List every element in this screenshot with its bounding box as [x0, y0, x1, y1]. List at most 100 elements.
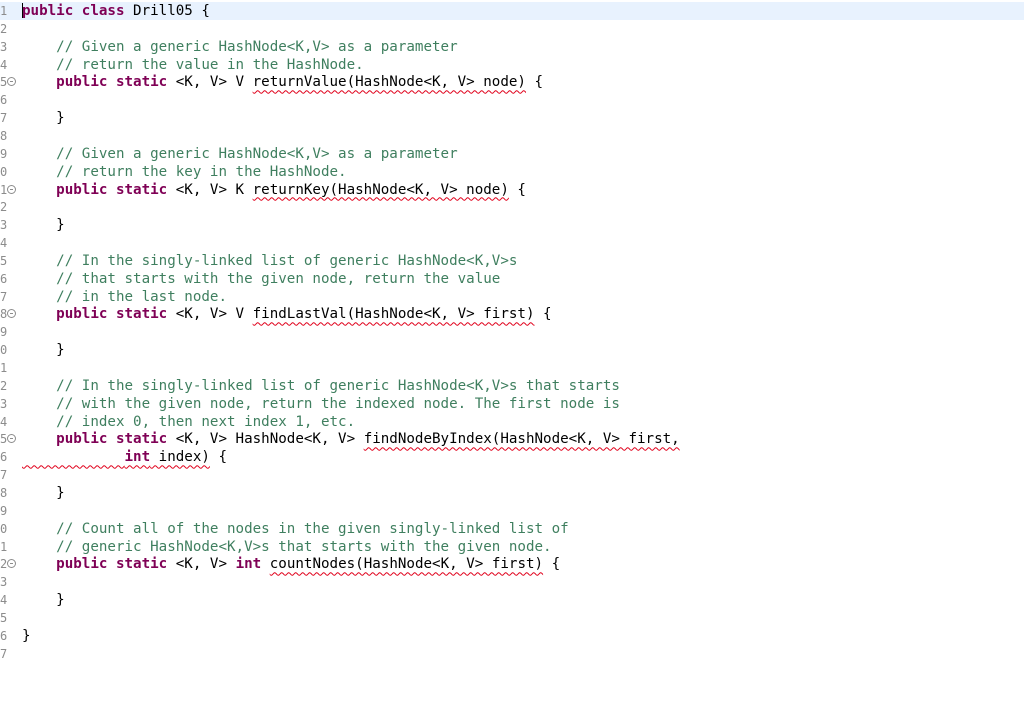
line-number: 8 — [0, 485, 8, 500]
code-line[interactable]: 0 } — [0, 341, 1024, 359]
error-underlined-token: int — [124, 449, 151, 466]
code-line[interactable]: 7 // in the last node. — [0, 288, 1024, 306]
code-token: } — [22, 217, 65, 234]
line-number: 2 — [0, 378, 8, 393]
code-line[interactable]: 0 // return the key in the HashNode. — [0, 163, 1024, 181]
fold-collapse-icon[interactable] — [7, 77, 16, 87]
code-text: // In the singly-linked list of generic … — [22, 252, 517, 270]
code-editor[interactable]: 1 public class Drill05 {2 3 // Given a gen… — [0, 0, 1024, 716]
code-line[interactable]: 2 public static <K, V> int countNodes(Ha… — [0, 555, 1024, 573]
comment-token: // return the value in the HashNode. — [22, 56, 364, 73]
code-line[interactable]: 7 } — [0, 109, 1024, 127]
code-line[interactable]: 1 // generic HashNode<K,V>s that starts … — [0, 538, 1024, 556]
code-line[interactable]: 6 int index) { — [0, 448, 1024, 466]
code-token: <K, V> K — [175, 181, 253, 198]
code-line[interactable]: 8 } — [0, 484, 1024, 502]
code-token: } — [22, 484, 65, 501]
fold-collapse-icon[interactable] — [7, 434, 16, 444]
fold-collapse-icon[interactable] — [7, 559, 16, 569]
code-line[interactable]: 7 — [0, 645, 1024, 663]
code-line[interactable]: 5 public static <K, V> HashNode<K, V> fi… — [0, 430, 1024, 448]
comment-token: // in the last node. — [22, 288, 227, 305]
line-number: 3 — [0, 39, 8, 54]
code-line[interactable]: 4 — [0, 234, 1024, 252]
code-line[interactable]: 7 — [0, 466, 1024, 484]
code-line[interactable]: 4 // return the value in the HashNode. — [0, 56, 1024, 74]
code-line[interactable]: 3 } — [0, 216, 1024, 234]
code-line[interactable]: 8 — [0, 127, 1024, 145]
code-line[interactable]: 9 — [0, 323, 1024, 341]
code-line[interactable]: 2 // In the singly-linked list of generi… — [0, 377, 1024, 395]
code-text: // in the last node. — [22, 288, 227, 306]
code-line[interactable]: 9 — [0, 502, 1024, 520]
code-line[interactable]: 3 // with the given node, return the ind… — [0, 395, 1024, 413]
code-text: public static <K, V> K returnKey(HashNod… — [22, 181, 526, 199]
code-text: public static <K, V> HashNode<K, V> find… — [22, 430, 680, 448]
code-line[interactable]: 5 — [0, 609, 1024, 627]
code-token: <K, V> — [175, 556, 236, 573]
code-line[interactable]: 4 } — [0, 591, 1024, 609]
code-line[interactable]: 3 — [0, 573, 1024, 591]
code-text: // that starts with the given node, retu… — [22, 270, 500, 288]
code-line[interactable]: 2 — [0, 198, 1024, 216]
error-underlined-token — [22, 449, 125, 465]
code-line[interactable]: 5 public static <K, V> V returnValue(Has… — [0, 73, 1024, 91]
code-line[interactable]: 2 — [0, 20, 1024, 38]
comment-token: // that starts with the given node, retu… — [22, 270, 501, 287]
line-number: 3 — [0, 218, 8, 233]
code-text: // with the given node, return the index… — [22, 395, 620, 413]
line-number: 5 — [0, 610, 8, 625]
comment-token: // In the singly-linked list of generic … — [22, 252, 518, 269]
code-line[interactable]: 3 // Given a generic HashNode<K,V> as a … — [0, 38, 1024, 56]
code-text: } — [22, 216, 65, 234]
error-underlined-token: index) — [150, 449, 210, 466]
code-line[interactable]: 9 // Given a generic HashNode<K,V> as a … — [0, 145, 1024, 163]
line-number: 8 — [0, 128, 8, 143]
keyword-token: public static — [56, 556, 176, 573]
code-token: { — [209, 449, 228, 466]
code-text: } — [22, 341, 65, 359]
code-line[interactable]: 6} — [0, 627, 1024, 645]
line-number: 9 — [0, 146, 8, 161]
code-line[interactable]: 8 public static <K, V> V findLastVal(Has… — [0, 305, 1024, 323]
comment-token: // Given a generic HashNode<K,V> as a pa… — [22, 145, 458, 162]
line-number: 7 — [0, 111, 8, 126]
comment-token: // Count all of the nodes in the given s… — [22, 520, 569, 537]
code-text: public static <K, V> int countNodes(Hash… — [22, 555, 560, 573]
code-token: { — [508, 181, 526, 198]
code-text: public class Drill05 { — [22, 2, 210, 20]
line-number: 5 — [0, 253, 8, 268]
code-token: { — [543, 556, 561, 573]
line-number: 4 — [0, 593, 8, 608]
code-line[interactable]: 6 — [0, 91, 1024, 109]
fold-collapse-icon[interactable] — [7, 309, 16, 319]
code-token: <K, V> V — [175, 306, 253, 323]
fold-collapse-icon[interactable] — [7, 184, 16, 194]
code-line[interactable]: 0 // Count all of the nodes in the given… — [0, 520, 1024, 538]
code-text: } — [22, 484, 65, 502]
code-line[interactable]: 1 public static <K, V> K returnKey(HashN… — [0, 181, 1024, 199]
code-line[interactable]: 4 // index 0, then next index 1, etc. — [0, 413, 1024, 431]
line-number: 7 — [0, 646, 8, 661]
line-number: 2 — [0, 21, 8, 36]
code-text: public static <K, V> V findLastVal(HashN… — [22, 305, 551, 323]
comment-token: // with the given node, return the index… — [22, 395, 620, 412]
line-number: 1 — [0, 539, 8, 554]
comment-token: // return the key in the HashNode. — [22, 163, 347, 180]
code-text: int index) { — [22, 448, 228, 466]
code-text: // Given a generic HashNode<K,V> as a pa… — [22, 145, 458, 163]
comment-token: // generic HashNode<K,V>s that starts wi… — [22, 538, 552, 555]
code-line[interactable]: 1 public class Drill05 { — [0, 2, 1024, 20]
line-number: 2 — [0, 200, 8, 215]
line-number: 3 — [0, 575, 8, 590]
code-line[interactable]: 1 — [0, 359, 1024, 377]
code-line[interactable]: 6 // that starts with the given node, re… — [0, 270, 1024, 288]
line-number: 4 — [0, 57, 8, 72]
line-number: 3 — [0, 396, 8, 411]
code-line[interactable]: 5 // In the singly-linked list of generi… — [0, 252, 1024, 270]
line-number: 0 — [0, 343, 8, 358]
line-number: 7 — [0, 289, 8, 304]
keyword-token: public static — [56, 431, 176, 448]
